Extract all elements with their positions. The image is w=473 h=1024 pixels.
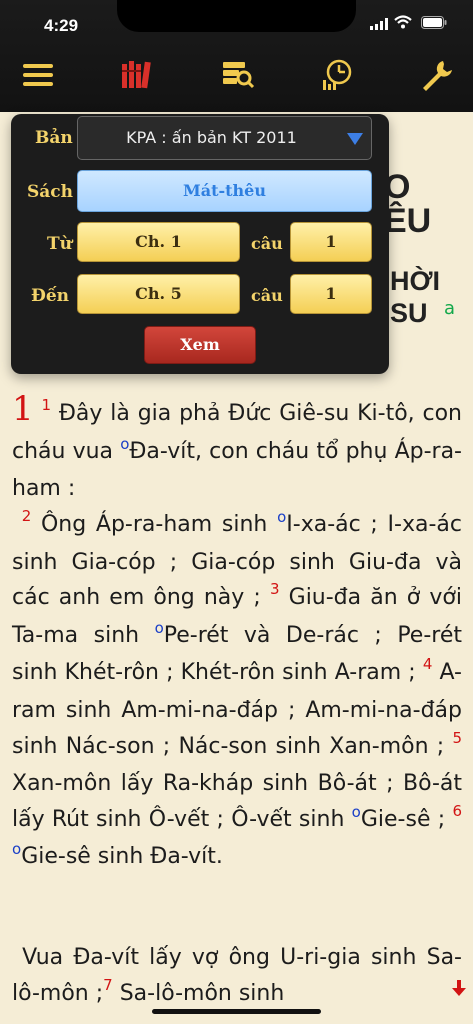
verse-text: Gie-sê sinh Đa-vít.	[21, 844, 223, 870]
to-verse-select[interactable]: 1	[290, 274, 372, 314]
from-label: Từ	[47, 234, 73, 254]
passage-paragraph-1: 1 1 Đây là gia phả Đức Giê-su Ki-tô, con…	[12, 389, 462, 507]
wrench-icon[interactable]	[419, 58, 453, 92]
battery-icon	[421, 16, 447, 29]
passage-paragraph-2: 2 Ông Áp-ra-ham sinh oI-xa-ác ; I-xa-ác …	[12, 507, 462, 877]
verse-text: Ông Áp-ra-ham sinh	[40, 512, 278, 537]
from-verse-select[interactable]: 1	[290, 222, 372, 262]
edition-label: Bản	[35, 128, 73, 148]
verse-number: 4	[422, 655, 433, 674]
footnote-marker[interactable]: a	[444, 298, 455, 319]
top-toolbar: 4:29	[0, 0, 473, 112]
to-verse-label: câu	[251, 286, 283, 305]
verse-number: 1	[41, 396, 52, 414]
to-label: Đến	[31, 286, 70, 306]
reference-marker[interactable]: o	[120, 435, 129, 453]
wifi-icon	[394, 15, 412, 29]
verse-number: 7	[103, 975, 113, 994]
title-fragment-2: ÊU	[384, 202, 432, 240]
book-label: Sách	[27, 182, 74, 202]
passage-selector-popup: Bản KPA : ấn bản KT 2011 Sách Mát-thêu T…	[11, 114, 389, 374]
reference-marker[interactable]: o	[277, 508, 286, 526]
home-indicator[interactable]	[152, 1009, 321, 1014]
reference-marker[interactable]: o	[155, 619, 164, 637]
reference-marker[interactable]: o	[12, 840, 21, 858]
search-books-icon[interactable]	[221, 58, 255, 92]
passage-paragraph-3: Vua Đa-vít lấy vợ ông U-ri-gia sinh Sa-l…	[12, 940, 462, 1013]
edition-select-value: KPA : ấn bản KT 2011	[126, 128, 297, 147]
verse-number: 6	[452, 801, 463, 820]
status-time: 4:29	[44, 16, 79, 35]
library-icon[interactable]	[120, 58, 154, 92]
verse-text: Gie-sê ;	[360, 806, 453, 832]
verse-text: Sa-lô-môn sinh	[119, 980, 285, 1006]
verse-number: 2	[21, 507, 32, 525]
menu-icon[interactable]	[21, 58, 55, 92]
from-chapter-select[interactable]: Ch. 1	[77, 222, 240, 262]
chapter-number: 1	[12, 389, 34, 429]
scroll-down-arrow-icon[interactable]	[452, 980, 466, 996]
title-fragment-3: HỜI	[390, 266, 441, 296]
verse-number: 5	[452, 728, 462, 747]
edition-select[interactable]: KPA : ấn bản KT 2011	[77, 116, 372, 160]
reference-marker[interactable]: o	[352, 803, 361, 821]
dropdown-arrow-icon	[347, 133, 363, 145]
from-verse-label: câu	[251, 234, 283, 253]
status-bar: 4:29	[0, 0, 473, 48]
title-fragment-4: SU	[390, 298, 428, 328]
view-button[interactable]: Xem	[144, 326, 256, 364]
book-select[interactable]: Mát-thêu	[77, 170, 372, 212]
history-icon[interactable]	[320, 58, 354, 92]
to-chapter-select[interactable]: Ch. 5	[77, 274, 240, 314]
device-notch	[117, 0, 356, 32]
verse-number: 3	[269, 580, 280, 599]
cellular-signal-icon	[370, 18, 388, 30]
